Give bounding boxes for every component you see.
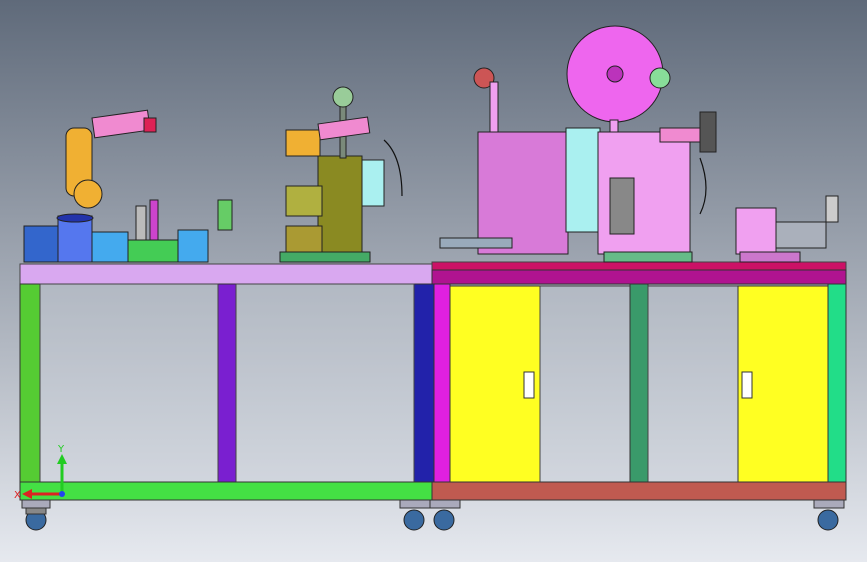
left-open-bay-1 — [39, 283, 219, 483]
pink-press-center-guard — [565, 127, 601, 233]
olive-press-side-panel — [361, 159, 385, 207]
olive-press-column — [317, 155, 363, 253]
left-machine-frame — [19, 263, 435, 501]
cad-model-canvas[interactable]: Y X — [0, 0, 867, 562]
left-right-post — [413, 283, 435, 483]
door-handle-left[interactable] — [523, 371, 535, 399]
right-table-top — [431, 261, 847, 271]
right-small-box — [735, 207, 777, 255]
right-leg-left — [433, 283, 451, 485]
right-open-bay — [539, 285, 631, 483]
right-center-post — [629, 283, 649, 483]
left-fixture-green — [127, 239, 179, 263]
right-open-bay-2 — [647, 285, 739, 483]
right-bottom-rail — [431, 481, 847, 501]
left-table-top — [19, 263, 435, 285]
right-machine-frame — [431, 261, 847, 501]
right-leg-right — [827, 283, 847, 485]
cad-viewport[interactable]: Y X — [0, 0, 867, 562]
left-blue-housing — [23, 225, 61, 263]
guide-roller — [649, 67, 671, 89]
door-handle-right[interactable] — [741, 371, 753, 399]
z-axis-origin — [59, 491, 65, 497]
left-fixture-2 — [177, 229, 209, 263]
right-table-rail — [431, 269, 847, 285]
left-open-bay-2 — [235, 283, 415, 483]
x-axis-label: X — [14, 490, 21, 501]
left-bottom-rail — [19, 481, 435, 501]
pink-press-body-left — [477, 131, 569, 255]
left-cylinder — [57, 215, 93, 263]
left-leg-front — [19, 283, 41, 487]
left-fixture-1 — [91, 231, 129, 263]
y-axis-label: Y — [57, 444, 65, 455]
left-center-post — [217, 283, 237, 483]
